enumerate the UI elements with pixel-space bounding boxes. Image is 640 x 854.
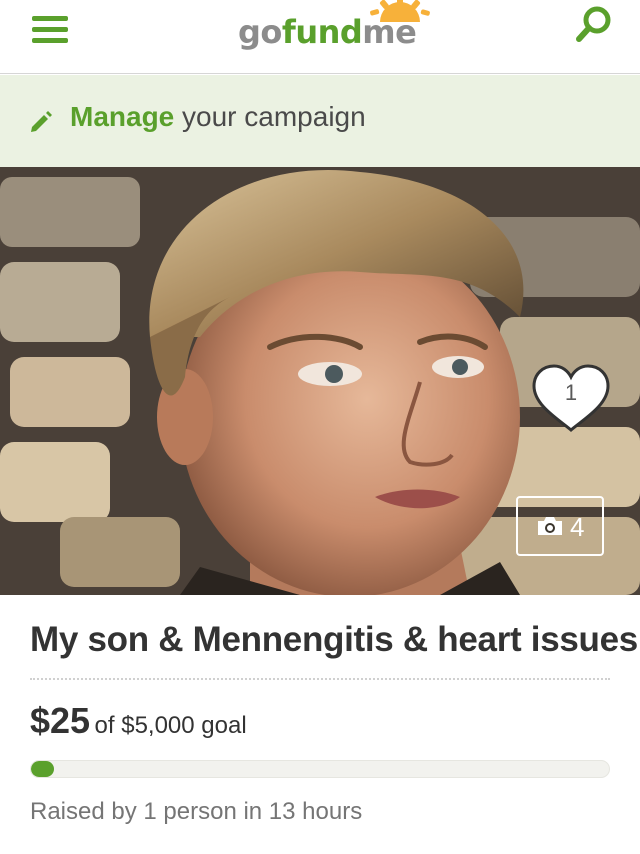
hamburger-menu-icon[interactable] [28, 10, 72, 50]
gofundme-logo[interactable]: gofundme [238, 0, 438, 60]
campaign-title: My son & Mennengitis & heart issues [30, 620, 638, 659]
search-icon[interactable] [574, 4, 614, 44]
top-navigation-bar: gofundme [0, 0, 640, 74]
photos-count: 4 [570, 512, 585, 542]
logo-fund: fund [281, 13, 363, 51]
raised-meta: Raised by 1 person in 13 hours [30, 798, 363, 825]
progress-bar [30, 760, 610, 778]
goal-text: of $5,000 goal [94, 712, 247, 739]
raised-amount: $25 [30, 700, 91, 741]
manage-strong: Manage [70, 101, 175, 132]
logo-go: go [238, 13, 282, 51]
favorite-button[interactable]: 1 [528, 362, 614, 436]
title-divider [30, 678, 610, 680]
logo-wordmark: gofundme [238, 13, 417, 51]
amount-raised: $25 of $5,000 goal [30, 700, 247, 742]
heart-count: 1 [564, 380, 578, 405]
pencil-icon [31, 111, 52, 132]
camera-icon [538, 517, 562, 535]
manage-campaign-text: Manage your campaign [70, 101, 366, 133]
progress-fill [31, 761, 55, 777]
logo-me: me [362, 13, 417, 51]
manage-rest: your campaign [174, 101, 366, 132]
campaign-hero-image[interactable]: 1 4 [0, 167, 640, 595]
view-photos-button[interactable]: 4 [516, 496, 604, 556]
manage-campaign-link[interactable]: Manage your campaign [0, 75, 640, 167]
